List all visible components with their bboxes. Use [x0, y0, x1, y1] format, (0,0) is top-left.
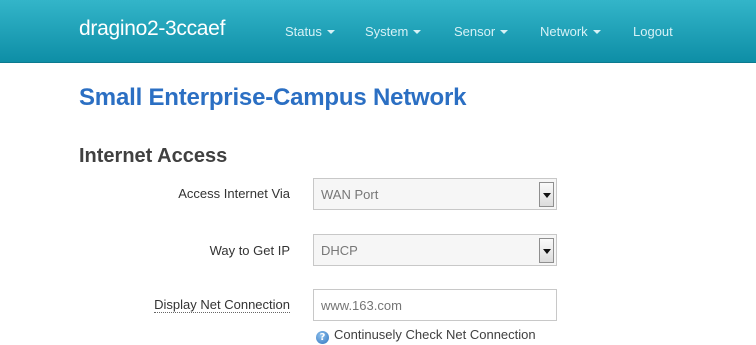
top-navbar: dragino2-3ccaef Status System Sensor Net… — [0, 0, 756, 63]
nav-network-menu[interactable]: Network — [540, 24, 601, 39]
get-ip-label: Way to Get IP — [209, 243, 290, 258]
access-via-label: Access Internet Via — [178, 186, 290, 201]
caret-down-icon — [592, 30, 601, 34]
help-icon: ? — [316, 331, 329, 344]
get-ip-value: DHCP — [321, 243, 358, 258]
nav-sensor-label: Sensor — [454, 24, 496, 39]
page-title: Small Enterprise-Campus Network — [79, 84, 467, 111]
caret-down-icon — [413, 30, 422, 34]
nav-system-label: System — [365, 24, 409, 39]
section-title: Internet Access — [79, 145, 228, 167]
access-via-value: WAN Port — [321, 187, 379, 202]
nav-status-menu[interactable]: Status — [285, 24, 335, 39]
caret-down-icon — [500, 30, 509, 34]
net-connection-input[interactable] — [313, 289, 557, 321]
access-via-select[interactable]: WAN Port — [313, 178, 557, 210]
nav-system-menu[interactable]: System — [365, 24, 422, 39]
get-ip-select[interactable]: DHCP — [313, 234, 557, 266]
dropdown-arrow-icon[interactable] — [539, 238, 554, 263]
net-connection-help: ? Continusely Check Net Connection — [316, 327, 536, 344]
nav-status-label: Status — [285, 24, 322, 39]
nav-logout-link[interactable]: Logout — [633, 24, 673, 39]
dropdown-arrow-icon[interactable] — [539, 182, 554, 207]
net-connection-help-text: Continusely Check Net Connection — [334, 327, 536, 342]
net-connection-label[interactable]: Display Net Connection — [154, 297, 290, 313]
caret-down-icon — [326, 30, 335, 34]
nav-network-label: Network — [540, 24, 588, 39]
brand-hostname[interactable]: dragino2-3ccaef — [79, 17, 225, 41]
nav-sensor-menu[interactable]: Sensor — [454, 24, 509, 39]
